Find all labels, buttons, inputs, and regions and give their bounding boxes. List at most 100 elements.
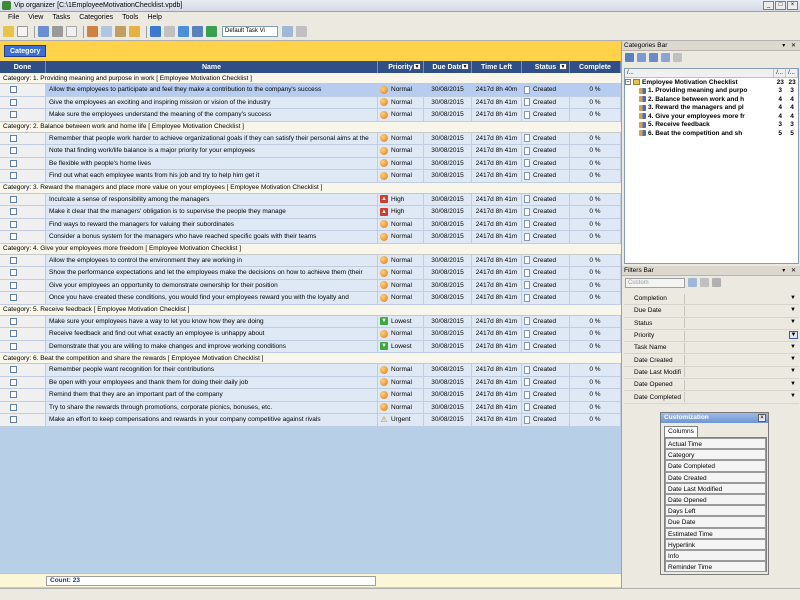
status-cell[interactable]: Created [522,364,570,376]
task-row[interactable]: Try to share the rewards through promoti… [0,401,621,414]
task-name-cell[interactable]: Show the performance expectations and le… [46,267,378,279]
task-row[interactable]: Give your employees an opportunity to de… [0,279,621,292]
priority-cell[interactable]: Normal [378,254,424,266]
priority-cell[interactable]: ▲ High [378,193,424,205]
filter-value-input[interactable]: ▼ [684,379,799,390]
menu-file[interactable]: File [8,14,19,21]
tree-item-category[interactable]: 1. Providing meaning and purpo 3 3 [625,87,798,96]
task-name-cell[interactable]: Make sure your employees have a way to l… [46,315,378,327]
column-header-done[interactable]: Done [0,61,46,73]
customization-column-item[interactable]: Hyperlink [665,538,766,550]
menu-tools[interactable]: Tools [122,14,138,21]
tree-header-name[interactable]: /... [625,69,775,77]
complete-cell[interactable]: 0 % [570,376,621,388]
status-cell[interactable]: Created [522,218,570,230]
new-task-icon[interactable] [17,26,28,37]
filter-preset-select[interactable]: Custom [625,277,685,288]
view-select[interactable]: Default Task Vi [222,26,278,37]
due-date-cell[interactable]: 30/08/2015 [424,193,472,205]
priority-cell[interactable]: Normal [378,170,424,182]
tree-header-total[interactable]: /... [786,69,798,77]
filter-value-input[interactable]: ▼ [684,367,799,378]
done-checkbox[interactable] [10,134,17,142]
complete-cell[interactable]: 0 % [570,96,621,108]
task-name-cell[interactable]: Remember that people work harder to achi… [46,132,378,144]
customization-column-item[interactable]: Date Last Modified [665,482,766,494]
due-date-cell[interactable]: 30/08/2015 [424,170,472,182]
complete-cell[interactable]: 0 % [570,84,621,96]
customization-column-item[interactable]: Reminder Time [665,561,766,573]
add-category-icon[interactable] [625,53,634,62]
priority-cell[interactable]: Normal [378,157,424,169]
status-cell[interactable]: Created [522,328,570,340]
priority-cell[interactable]: Normal [378,389,424,401]
complete-cell[interactable]: 0 % [570,193,621,205]
priority-cell[interactable]: Normal [378,231,424,243]
task-name-cell[interactable]: Be open with your employees and thank th… [46,376,378,388]
done-checkbox[interactable] [10,317,17,325]
filter-value-input[interactable]: ▼ [684,318,799,329]
due-date-cell[interactable]: 30/08/2015 [424,218,472,230]
status-cell[interactable]: Created [522,254,570,266]
dropdown-arrow-icon[interactable]: ▼ [790,393,796,399]
complete-cell[interactable]: 0 % [570,157,621,169]
status-cell[interactable]: Created [522,401,570,413]
category-options-icon[interactable] [661,53,670,62]
task-name-cell[interactable]: Give the employees an exciting and inspi… [46,96,378,108]
menu-categories[interactable]: Categories [79,14,113,21]
task-name-cell[interactable]: Try to share the rewards through promoti… [46,401,378,413]
due-date-cell[interactable]: 30/08/2015 [424,132,472,144]
due-date-cell[interactable]: 30/08/2015 [424,328,472,340]
done-checkbox[interactable] [10,330,17,338]
undo-icon[interactable] [129,26,140,37]
priority-cell[interactable]: ▼ Lowest [378,340,424,352]
task-name-cell[interactable]: Inculcate a sense of responsibility amon… [46,193,378,205]
priority-cell[interactable]: ▼ Lowest [378,315,424,327]
status-cell[interactable]: Created [522,279,570,291]
status-cell[interactable]: Created [522,84,570,96]
done-checkbox[interactable] [10,208,17,216]
pane-controls[interactable]: ▾ ✕ [782,41,798,51]
edit-category-icon[interactable] [637,53,646,62]
category-group-row[interactable]: Category: 6. Beat the competition and sh… [0,353,621,364]
refresh-icon[interactable] [206,26,217,37]
tree-header-count[interactable]: /... [774,69,787,77]
due-date-cell[interactable]: 30/08/2015 [424,414,472,426]
complete-cell[interactable]: 0 % [570,267,621,279]
task-name-cell[interactable]: Find out what each employee wants from h… [46,170,378,182]
done-checkbox[interactable] [10,220,17,228]
priority-cell[interactable]: Normal [378,267,424,279]
task-name-cell[interactable]: Make it clear that the managers' obligat… [46,206,378,218]
status-cell[interactable]: Created [522,231,570,243]
priority-cell[interactable]: Normal [378,328,424,340]
priority-cell[interactable]: Normal [378,292,424,304]
dropdown-arrow-icon[interactable]: ▼ [789,330,798,339]
complete-cell[interactable]: 0 % [570,315,621,327]
close-button[interactable]: × [787,1,798,10]
status-cell[interactable]: Created [522,414,570,426]
done-checkbox[interactable] [10,172,17,180]
move-category-icon[interactable] [649,53,658,62]
complete-cell[interactable]: 0 % [570,364,621,376]
customization-column-item[interactable]: Date Created [665,471,766,483]
task-row[interactable]: Give the employees an exciting and inspi… [0,96,621,109]
print-icon[interactable] [52,26,63,37]
due-date-cell[interactable]: 30/08/2015 [424,376,472,388]
due-date-cell[interactable]: 30/08/2015 [424,401,472,413]
clear-filter-icon[interactable] [700,278,709,287]
menu-help[interactable]: Help [147,14,161,21]
status-cell[interactable]: Created [522,376,570,388]
due-date-cell[interactable]: 30/08/2015 [424,157,472,169]
delete-filter-icon[interactable] [712,278,721,287]
complete-cell[interactable]: 0 % [570,109,621,121]
priority-cell[interactable]: Normal [378,109,424,121]
done-checkbox[interactable] [10,366,17,374]
priority-cell[interactable]: Normal [378,401,424,413]
task-name-cell[interactable]: Find ways to reward the managers for val… [46,218,378,230]
complete-cell[interactable]: 0 % [570,145,621,157]
due-date-cell[interactable]: 30/08/2015 [424,279,472,291]
priority-cell[interactable]: Normal [378,132,424,144]
link-icon[interactable] [164,26,175,37]
complete-cell[interactable]: 0 % [570,414,621,426]
status-cell[interactable]: Created [522,389,570,401]
